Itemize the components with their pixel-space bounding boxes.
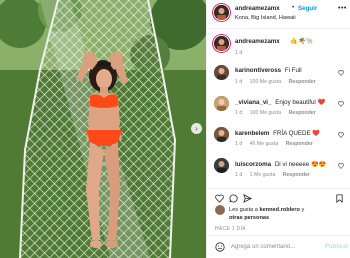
action-bar (207, 188, 350, 206)
commenter-username[interactable]: _viviana_vi_ (235, 99, 271, 106)
comment-line: karinontiveross Fi Full (235, 67, 302, 74)
heart-icon[interactable] (338, 163, 344, 169)
comment-likes[interactable]: 1 Me gusta (250, 172, 276, 178)
comment-emoji: ❤️ (312, 130, 321, 137)
commenter-username[interactable]: luiscorzoma (235, 161, 271, 168)
comment-likes[interactable]: 46 Me gusta (250, 141, 279, 147)
comment-meta: 1 d 46 Me gusta Responder (235, 141, 319, 147)
commenter-username[interactable]: karinontiveross (235, 67, 281, 74)
comment-text: Fi Full (284, 67, 302, 74)
likes-prefix: Les gusta a (229, 207, 260, 213)
commenter-avatar[interactable] (214, 65, 229, 80)
publish-button[interactable]: Publicar (325, 244, 349, 250)
reply-button[interactable]: Responder (283, 172, 310, 178)
comment-item: _viviana_vi_ Enjoy beautiful ❤️ 1 d 100 … (207, 93, 350, 123)
comment-item: karinontiveross Fi Full 1 d 100 Me gusta… (207, 62, 350, 92)
comment-line: luiscorzoma Di vi neeeee 😍😍 (235, 160, 326, 168)
comment-likes[interactable]: 100 Me gusta (250, 110, 281, 116)
next-photo-button[interactable]: › (191, 123, 202, 134)
follow-button[interactable]: Seguir (298, 5, 317, 12)
comment-meta: 1 d 100 Me gusta Responder (235, 110, 322, 116)
caption-text: 🤙🌴🐚 (290, 38, 314, 45)
comment-meta: 1 d 100 Me gusta Responder (235, 79, 322, 85)
post-caption: andreamezamx 🤙🌴🐚 1 d (207, 33, 350, 59)
heart-icon[interactable] (338, 70, 344, 76)
comment-time[interactable]: 1 d (235, 141, 242, 147)
bookmark-icon[interactable] (335, 194, 344, 203)
post-media[interactable]: › (0, 0, 206, 258)
reply-button[interactable]: Responder (286, 141, 313, 147)
reply-button[interactable]: Responder (289, 79, 316, 85)
comment-item: karenbelem FRÍA QUEDE ❤️ 1 d 46 Me gusta… (207, 124, 350, 154)
heart-icon[interactable] (338, 101, 344, 107)
author-username[interactable]: andreamezamx (235, 5, 280, 12)
likes-line-1: Les gusta a kenned.roblero y (229, 207, 304, 213)
likes-line-2: otras personas (229, 215, 269, 221)
ellipsis-icon[interactable]: ••• (338, 5, 347, 12)
like-heart-icon[interactable] (215, 194, 224, 203)
comment-text: Enjoy beautiful (275, 99, 316, 106)
comment-time[interactable]: 1 d (235, 110, 242, 116)
post-sidebar: andreamezamx • Seguir Kona, Big Island, … (206, 0, 350, 258)
likes-connector: y (299, 207, 305, 213)
reply-button[interactable]: Responder (289, 110, 316, 116)
comment-emoji: 😍😍 (310, 161, 327, 168)
caption-username[interactable]: andreamezamx (235, 38, 280, 45)
caption-time[interactable]: 1 d (235, 50, 242, 56)
add-comment-bar: Publicar (207, 235, 350, 258)
separator-dot: • (292, 5, 295, 11)
share-plane-icon[interactable] (243, 194, 252, 203)
comment-likes[interactable]: 100 Me gusta (250, 79, 281, 85)
author-avatar[interactable] (214, 5, 229, 20)
post-header: andreamezamx • Seguir Kona, Big Island, … (207, 0, 350, 29)
comment-emoji: ❤️ (317, 99, 326, 106)
comment-text: Di vi neeeee (274, 161, 310, 168)
comment-bubble-icon[interactable] (229, 194, 238, 203)
comment-line: karenbelem FRÍA QUEDE ❤️ (235, 129, 320, 137)
post-photo (0, 0, 206, 258)
comment-meta: 1 d 1 Me gusta Responder (235, 172, 316, 178)
comment-time[interactable]: 1 d (235, 172, 242, 178)
comment-time[interactable]: 1 d (235, 79, 242, 85)
commenter-avatar[interactable] (214, 127, 229, 142)
comment-item: luiscorzoma Di vi neeeee 😍😍 1 d 1 Me gus… (207, 155, 350, 185)
post-date[interactable]: HACE 1 DÍA (215, 226, 246, 232)
liker-username[interactable]: kenned.roblero (259, 207, 299, 213)
liker-avatar[interactable] (215, 205, 225, 215)
commenter-username[interactable]: karenbelem (235, 130, 269, 137)
commenter-avatar[interactable] (214, 96, 229, 111)
commenter-avatar[interactable] (214, 158, 229, 173)
heart-icon[interactable] (338, 132, 344, 138)
comment-text: FRÍA QUEDE (273, 130, 311, 137)
post-location[interactable]: Kona, Big Island, Hawaii (235, 15, 296, 21)
comment-input[interactable] (231, 241, 319, 253)
others-link[interactable]: otras personas (229, 215, 269, 221)
caption-avatar[interactable] (214, 36, 229, 51)
emoji-smile-icon[interactable] (215, 242, 225, 252)
comment-line: _viviana_vi_ Enjoy beautiful ❤️ (235, 98, 325, 106)
